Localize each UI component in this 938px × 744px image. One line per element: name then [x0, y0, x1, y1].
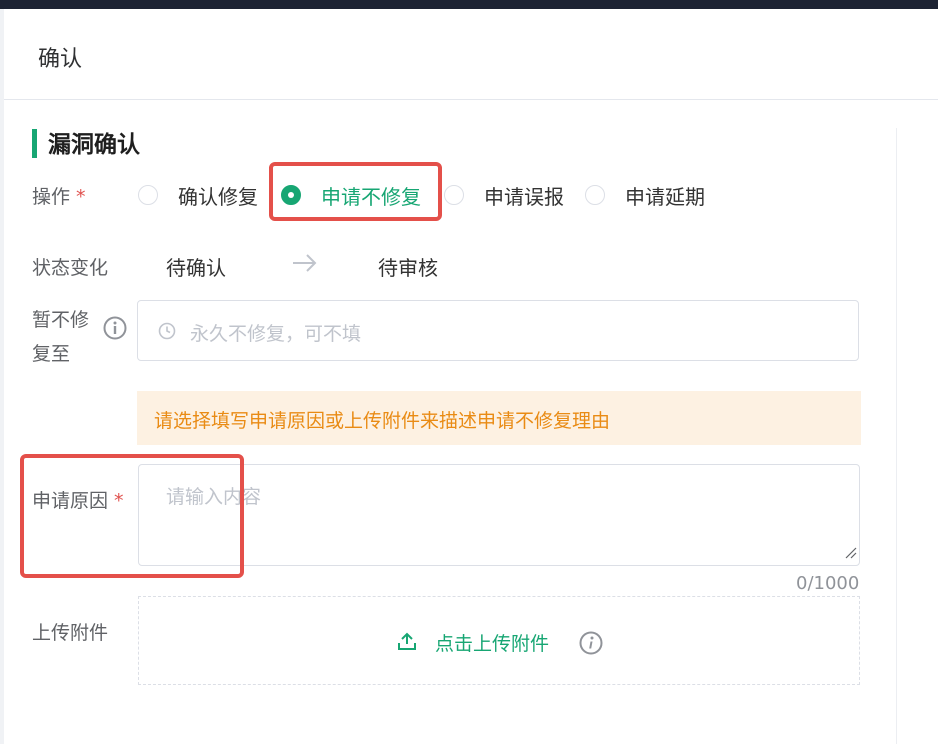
defer-until-label-line1: 暂不修: [32, 309, 90, 331]
divider: [896, 128, 897, 744]
operation-label-text: 操作: [32, 186, 71, 208]
status-to: 待审核: [378, 256, 438, 280]
defer-until-label: 暂不修 复至: [32, 303, 89, 371]
attachment-label: 上传附件: [32, 622, 109, 644]
radio-circle[interactable]: [585, 185, 605, 205]
section-title: 漏洞确认: [48, 132, 140, 158]
defer-until-label-line2: 复至: [32, 343, 71, 365]
reason-label-text: 申请原因: [32, 490, 109, 512]
radio-apply-extension[interactable]: 申请延期: [585, 180, 705, 210]
upload-button[interactable]: 点击上传附件: [397, 629, 549, 656]
upload-icon: [397, 631, 417, 655]
status-from: 待确认: [166, 256, 226, 280]
upload-button-label: 点击上传附件: [435, 633, 550, 655]
dialog-title: 确认: [38, 47, 83, 72]
radio-circle-checked[interactable]: [281, 185, 301, 205]
background-edge: [0, 9, 4, 744]
character-counter: 0/1000: [796, 573, 860, 594]
info-icon[interactable]: [103, 316, 127, 340]
radio-label: 确认修复: [178, 184, 258, 209]
radio-confirm-fix[interactable]: 确认修复: [138, 180, 258, 210]
radio-apply-no-fix[interactable]: 申请不修复: [281, 180, 421, 210]
radio-apply-false-positive[interactable]: 申请误报: [444, 180, 564, 210]
date-placeholder: 永久不修复，可不填: [190, 323, 362, 345]
status-change-label: 状态变化: [32, 257, 109, 279]
arrow-right-icon: [290, 250, 318, 280]
dialog-header: 确认: [4, 9, 938, 100]
clock-icon: [158, 322, 176, 344]
reason-textarea[interactable]: 请输入内容: [138, 464, 860, 566]
textarea-placeholder: 请输入内容: [166, 486, 262, 508]
radio-label: 申请延期: [625, 184, 705, 209]
radio-label: 申请不修复: [321, 184, 421, 209]
warning-notice: 请选择填写申请原因或上传附件来描述申请不修复理由: [137, 391, 861, 445]
reason-label: 申请原因 *: [32, 486, 124, 513]
top-bar: [0, 0, 938, 9]
radio-circle[interactable]: [138, 185, 158, 205]
required-mark: *: [114, 490, 124, 512]
radio-label: 申请误报: [484, 184, 564, 209]
notice-text: 请选择填写申请原因或上传附件来描述申请不修复理由: [154, 410, 611, 432]
info-icon[interactable]: [579, 631, 603, 659]
section-accent-bar: [32, 129, 37, 158]
resize-handle-icon[interactable]: [845, 544, 857, 563]
defer-date-picker[interactable]: 永久不修复，可不填: [137, 300, 859, 361]
required-mark: *: [76, 186, 86, 208]
operation-label: 操作 *: [32, 182, 86, 209]
upload-area[interactable]: 点击上传附件: [138, 596, 860, 685]
radio-circle[interactable]: [444, 185, 464, 205]
